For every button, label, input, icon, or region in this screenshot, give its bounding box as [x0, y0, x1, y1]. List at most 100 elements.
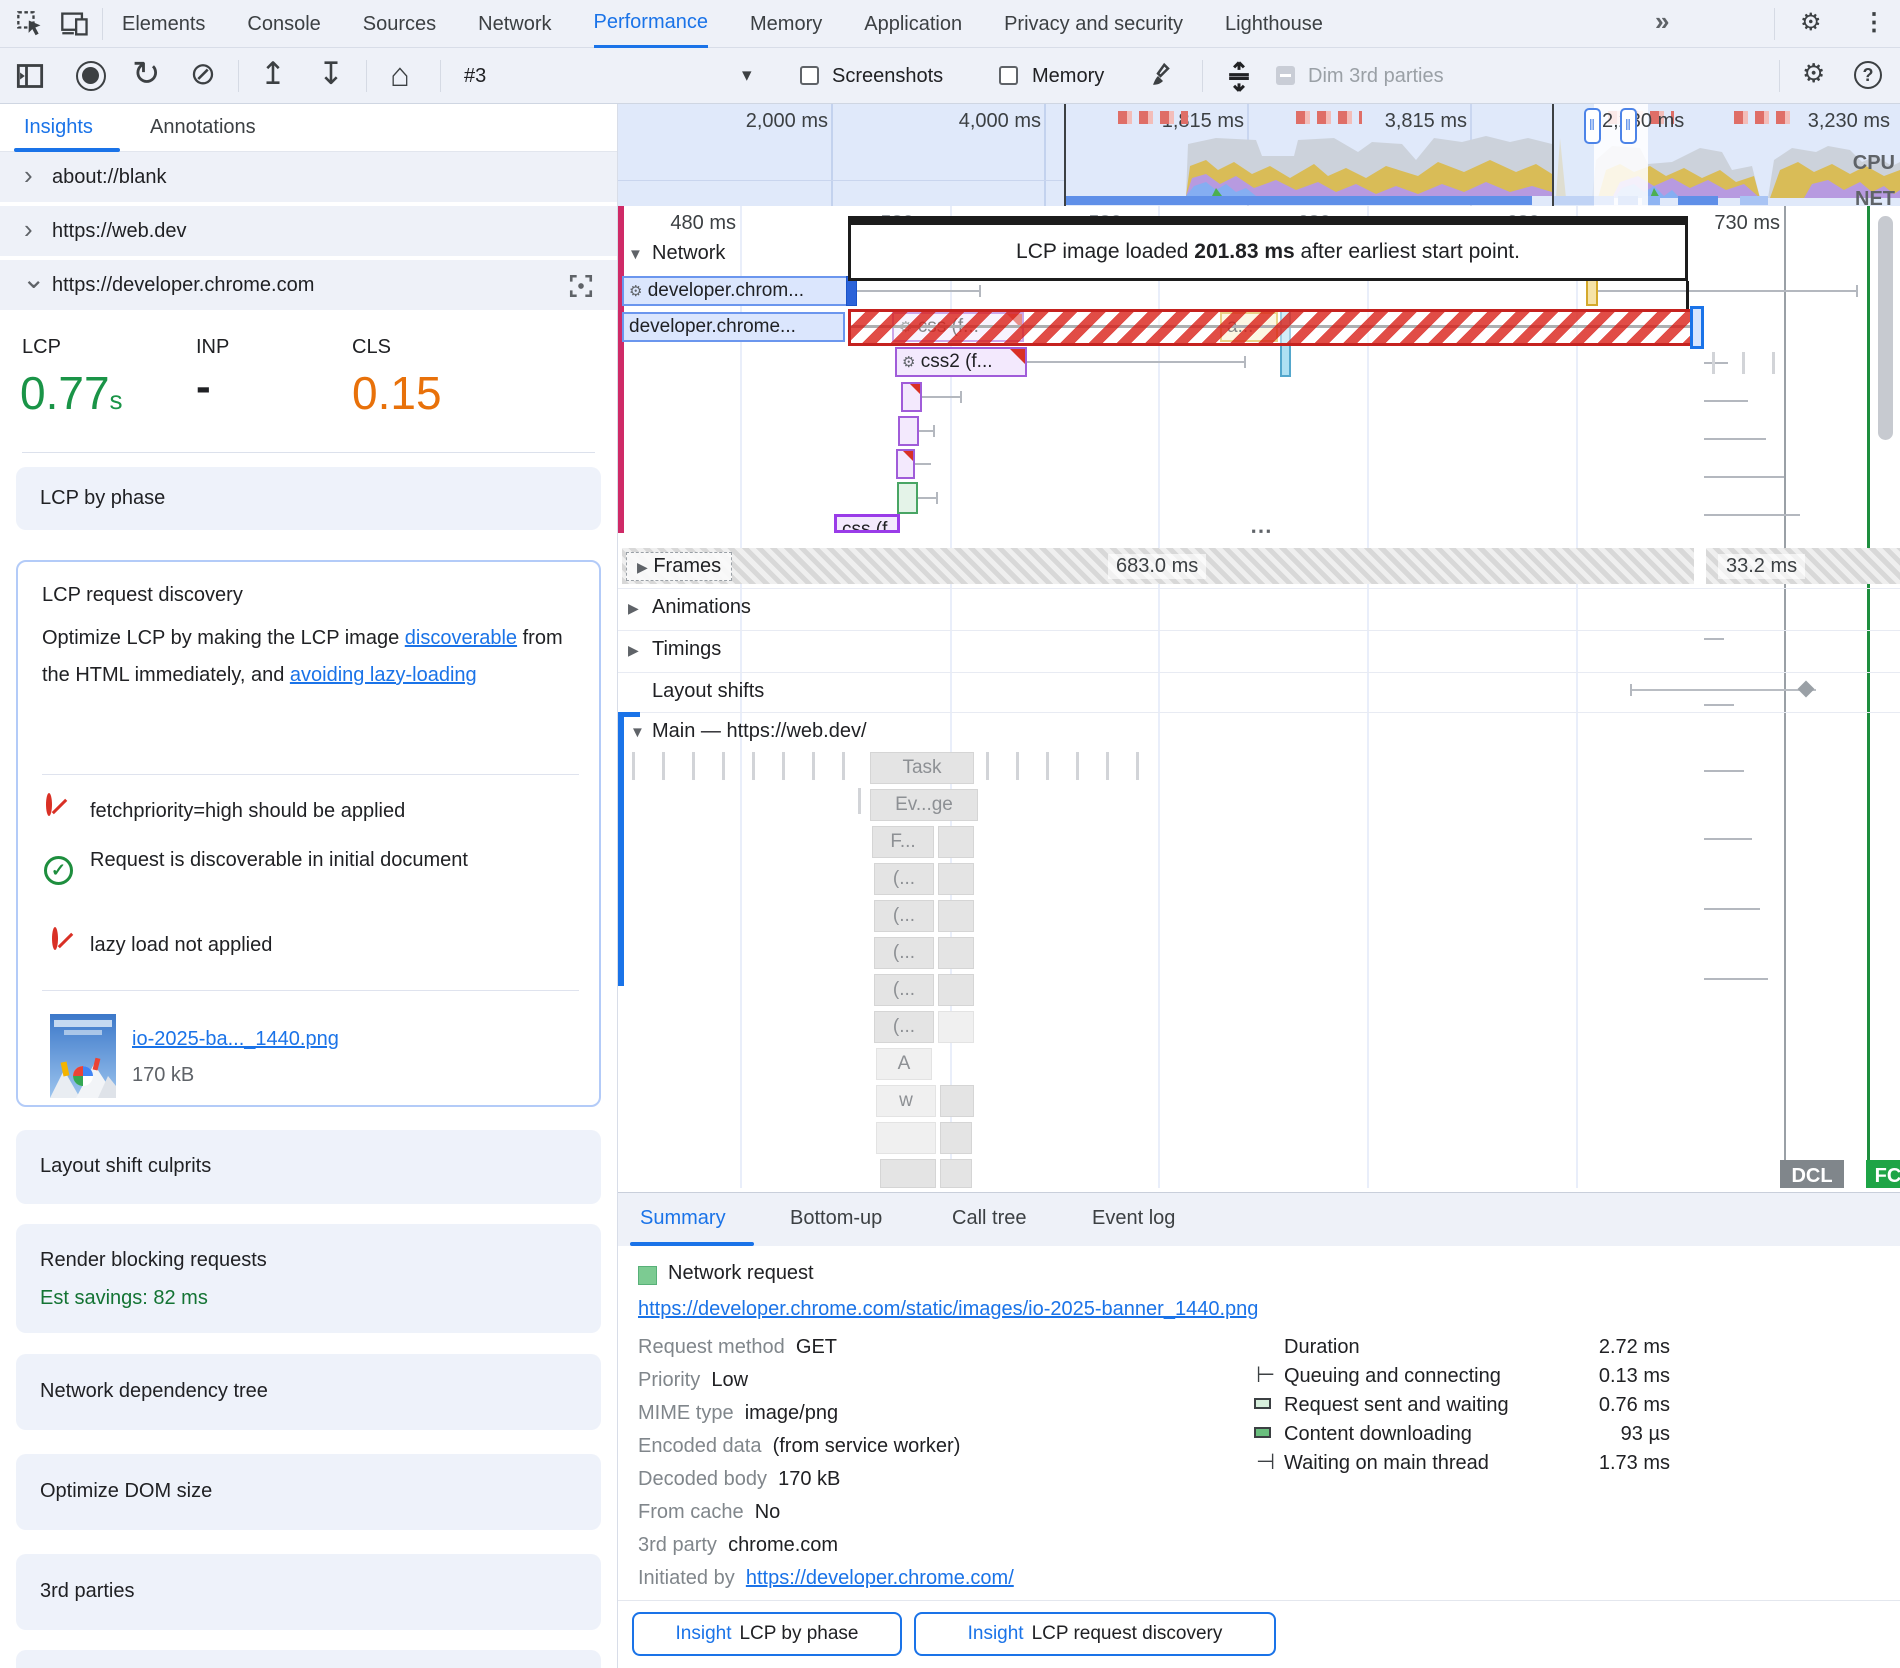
triangle-right-icon[interactable]: ▶: [637, 559, 648, 575]
animations-track-label[interactable]: Animations: [652, 596, 751, 619]
main-task-bar[interactable]: A: [876, 1048, 932, 1080]
insight-card-3rd-parties[interactable]: 3rd parties: [16, 1554, 601, 1630]
device-toolbar-icon[interactable]: [60, 10, 90, 43]
timeline-overview[interactable]: 2,000 ms 4,000 ms 1,815 ms 3,815 ms: [618, 104, 1900, 206]
tab-summary[interactable]: Summary: [640, 1207, 726, 1230]
more-tabs-icon[interactable]: »: [1655, 6, 1669, 37]
network-request-bar[interactable]: ⚙ css2 (f...: [895, 347, 1027, 377]
clear-icon[interactable]: ⊘: [190, 56, 216, 92]
main-task-bar[interactable]: Task: [870, 752, 974, 784]
network-request-bar[interactable]: [898, 416, 919, 446]
selection-handle-right[interactable]: ‖: [1620, 108, 1637, 144]
tab-lighthouse[interactable]: Lighthouse: [1225, 0, 1323, 48]
main-task-bar[interactable]: [938, 863, 974, 895]
insight-card-partial[interactable]: [16, 1650, 601, 1668]
tab-event-log[interactable]: Event log: [1092, 1207, 1175, 1230]
screenshots-checkbox[interactable]: [800, 66, 819, 85]
lcp-image-file-link[interactable]: io-2025-ba..._1440.png: [132, 1028, 339, 1051]
origin-row-web-dev[interactable]: › https://web.dev: [0, 206, 617, 258]
home-icon[interactable]: ⌂: [390, 56, 410, 94]
tab-sources[interactable]: Sources: [363, 0, 436, 48]
main-thread-track-label[interactable]: Main — https://web.dev/: [652, 720, 867, 743]
main-task-bar[interactable]: [938, 826, 974, 858]
layout-shift-diamond[interactable]: [1798, 681, 1815, 698]
upload-profile-icon[interactable]: ↥: [260, 56, 286, 92]
main-task-bar[interactable]: [938, 900, 974, 932]
dock-panel-icon[interactable]: [16, 62, 44, 95]
frames-track-header[interactable]: ▶ Frames: [626, 552, 732, 581]
lcp-request-hatched-overlay[interactable]: [848, 309, 1694, 346]
insight-card-network-dependency-tree[interactable]: Network dependency tree: [16, 1354, 601, 1430]
insight-card-lcp-by-phase[interactable]: LCP by phase: [16, 467, 601, 530]
tab-network[interactable]: Network: [478, 0, 551, 48]
main-task-bar[interactable]: (...: [874, 1011, 934, 1043]
dim-3rd-parties-checkbox[interactable]: [1276, 66, 1295, 85]
main-task-bar[interactable]: [876, 1122, 936, 1154]
tab-insights[interactable]: Insights: [24, 116, 93, 139]
flame-chart[interactable]: 480 ms 530 ms 580 ms 630 ms 680 ms 730 m…: [618, 206, 1900, 1188]
inspect-icon[interactable]: [16, 10, 44, 43]
main-task-bar[interactable]: [940, 1159, 972, 1188]
fcp-marker-badge[interactable]: FC: [1866, 1160, 1900, 1188]
insight-lcp-request-discovery-button[interactable]: InsightLCP request discovery: [914, 1612, 1276, 1656]
avoiding-lazy-loading-link[interactable]: avoiding lazy-loading: [290, 664, 477, 686]
network-request-bar[interactable]: [897, 482, 918, 514]
collapse-tracks-icon[interactable]: [1224, 60, 1254, 97]
memory-checkbox[interactable]: [999, 66, 1018, 85]
settings-gear-icon[interactable]: ⚙: [1802, 58, 1825, 89]
layout-shifts-track-label[interactable]: Layout shifts: [652, 680, 764, 703]
main-task-bar[interactable]: [940, 1122, 972, 1154]
tab-application[interactable]: Application: [864, 0, 962, 48]
tab-performance[interactable]: Performance: [594, 0, 709, 48]
tab-console[interactable]: Console: [247, 0, 320, 48]
main-task-bar[interactable]: (...: [874, 863, 934, 895]
triangle-right-icon[interactable]: ▶: [628, 600, 639, 617]
main-task-bar[interactable]: [938, 974, 974, 1006]
main-task-bar[interactable]: [880, 1159, 936, 1188]
initiator-link[interactable]: https://developer.chrome.com/: [746, 1567, 1014, 1589]
record-icon[interactable]: [76, 61, 106, 91]
help-icon[interactable]: ?: [1854, 61, 1882, 89]
network-request-bar[interactable]: [896, 449, 915, 479]
main-task-bar[interactable]: [938, 1011, 974, 1043]
tab-privacy-and-security[interactable]: Privacy and security: [1004, 0, 1183, 48]
main-task-bar[interactable]: w: [876, 1085, 936, 1117]
tab-annotations[interactable]: Annotations: [150, 116, 256, 139]
download-profile-icon[interactable]: ↧: [318, 56, 344, 92]
network-request-bar[interactable]: developer.chrome...: [622, 312, 845, 342]
insight-card-layout-shift-culprits[interactable]: Layout shift culprits: [16, 1130, 601, 1204]
tab-elements[interactable]: Elements: [122, 0, 205, 48]
network-request-bar[interactable]: [901, 382, 922, 412]
origin-row-developer-chrome[interactable]: ⌄ https://developer.chrome.com: [0, 260, 617, 312]
main-task-bar[interactable]: Ev...ge: [870, 789, 978, 821]
dcl-marker-badge[interactable]: DCL: [1780, 1160, 1844, 1188]
triangle-right-icon[interactable]: ▶: [628, 642, 639, 659]
insight-card-lcp-request-discovery[interactable]: LCP request discovery Optimize LCP by ma…: [16, 560, 601, 1107]
network-request-bar[interactable]: ⚙ developer.chrom...: [622, 276, 848, 306]
insight-card-render-blocking[interactable]: Render blocking requests Est savings: 82…: [16, 1224, 601, 1333]
kebab-menu-icon[interactable]: ⋮: [1862, 8, 1886, 37]
chevron-down-icon[interactable]: ▾: [742, 64, 752, 87]
timings-track-label[interactable]: Timings: [652, 638, 721, 661]
insight-card-optimize-dom-size[interactable]: Optimize DOM size: [16, 1454, 601, 1530]
reload-record-icon[interactable]: ↻: [132, 54, 161, 94]
insight-lcp-by-phase-button[interactable]: InsightLCP by phase: [632, 1612, 902, 1656]
discoverable-link[interactable]: discoverable: [405, 627, 517, 649]
settings-gear-icon[interactable]: ⚙: [1800, 8, 1822, 37]
main-task-bar[interactable]: (...: [874, 937, 934, 969]
tab-bottom-up[interactable]: Bottom-up: [790, 1207, 882, 1230]
main-task-bar[interactable]: (...: [874, 974, 934, 1006]
tab-call-tree[interactable]: Call tree: [952, 1207, 1026, 1230]
selection-handle-left[interactable]: ‖: [1584, 108, 1601, 144]
main-task-bar[interactable]: (...: [874, 900, 934, 932]
main-task-bar[interactable]: [940, 1085, 974, 1117]
vertical-scrollbar[interactable]: [1878, 216, 1893, 440]
main-task-bar[interactable]: F...: [872, 826, 934, 858]
request-url-link[interactable]: https://developer.chrome.com/static/imag…: [638, 1298, 1258, 1321]
network-request-bar[interactable]: css (f: [834, 514, 900, 533]
selected-request-end-cap[interactable]: [1690, 306, 1704, 349]
tab-memory[interactable]: Memory: [750, 0, 822, 48]
field-trace-icon[interactable]: [568, 273, 594, 304]
triangle-down-icon[interactable]: ▼: [628, 246, 643, 263]
main-task-bar[interactable]: [938, 937, 974, 969]
